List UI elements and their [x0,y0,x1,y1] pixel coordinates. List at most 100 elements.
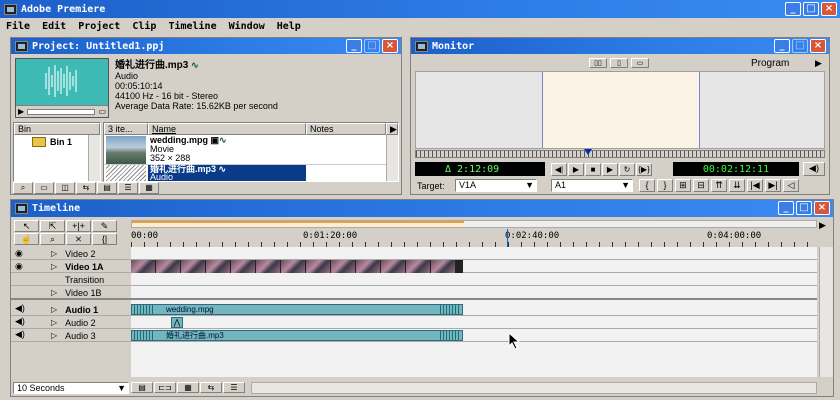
single-view-icon[interactable]: ▯ [610,58,628,68]
automate-icon[interactable]: ⇆ [76,182,96,194]
close-button[interactable]: × [821,2,837,16]
expand-arrow-icon[interactable]: ▷ [51,305,57,314]
expand-arrow-icon[interactable]: ▷ [51,249,57,258]
bin-header[interactable]: Bin [14,123,100,135]
selection-tool-icon[interactable]: ↖ [14,220,39,232]
bin-item[interactable]: Bin 1 [32,137,72,147]
preview-scrubber[interactable] [27,108,96,115]
find-icon[interactable]: ⌕ [13,182,33,194]
monitor-maximize-button[interactable]: □ [792,39,808,53]
edit-line[interactable] [507,229,508,247]
maximize-button[interactable]: □ [803,2,819,16]
audio-clip-music[interactable]: 婚礼进行曲.mp3 [131,330,463,341]
volume-button[interactable]: ◀) [803,162,825,176]
out-point-icon[interactable]: } [657,179,673,192]
insert-icon[interactable]: ⊞ [675,179,691,192]
items-count-header[interactable]: 3 ite... [104,123,148,135]
menu-help[interactable]: Help [271,21,307,32]
hand-tool-icon[interactable]: ☝ [14,233,39,245]
list-item[interactable]: 婚礼进行曲.mp3 ∿ Audio [104,165,386,182]
menu-project[interactable]: Project [72,21,126,32]
preview-poster-icon[interactable]: ▭ [98,107,106,116]
video-clip[interactable] [131,260,463,273]
play-in-out-button[interactable]: {▶} [636,163,652,176]
target-video-select[interactable]: V1A ▼ [455,179,537,192]
new-bin-icon[interactable]: ▭ [34,182,54,194]
menu-clip[interactable]: Clip [126,21,162,32]
storyboard-icon[interactable]: ▤ [97,182,117,194]
snap-icon[interactable]: ⊏⊐ [154,382,176,393]
overlay-icon[interactable]: ⊟ [693,179,709,192]
timeline-horizontal-scrollbar[interactable] [251,382,817,394]
zoom-tool-icon[interactable]: ⌕ [40,233,65,245]
table-menu-arrow[interactable]: ▶ [386,123,398,135]
menu-timeline[interactable]: Timeline [162,21,222,32]
items-scrollbar[interactable] [386,135,398,181]
in-point-icon[interactable]: { [639,179,655,192]
monitor-options-icon[interactable]: ◁ [783,179,799,192]
timeline-vertical-scrollbar[interactable] [819,247,833,377]
track-format-icon[interactable]: ▤ [131,382,153,393]
speaker-icon[interactable]: ◀) [15,329,25,340]
project-close-button[interactable]: × [382,39,398,53]
minimize-button[interactable]: _ [785,2,801,16]
list-item[interactable]: wedding.mpg ▣∿ Movie 352 × 288 [104,135,386,165]
menu-edit[interactable]: Edit [36,21,72,32]
zoom-select[interactable]: 10 Seconds ▼ [13,382,129,394]
speaker-icon[interactable]: ◀) [15,316,25,327]
timeline-close-button[interactable]: × [814,201,830,215]
project-maximize-button[interactable]: □ [364,39,380,53]
monitor-close-button[interactable]: × [810,39,826,53]
time-ruler[interactable]: 00:00 0:01:20:00 0:02:40:00 0:04:00:00 [131,229,817,247]
razor-tool-icon[interactable]: ✎ [92,220,117,232]
trim-view-icon[interactable]: ▭ [631,58,649,68]
cross-fade-icon[interactable]: ⋀ [171,317,183,328]
work-area-range[interactable] [132,221,464,227]
play-button[interactable]: ▶ [602,163,618,176]
menu-window[interactable]: Window [223,21,271,32]
menu-file[interactable]: File [0,21,36,32]
lift-icon[interactable]: ⇈ [711,179,727,192]
name-header[interactable]: Name [148,123,306,135]
expand-arrow-icon[interactable]: ▷ [51,331,57,340]
eye-icon[interactable]: ◉ [15,248,23,259]
folder-up-icon[interactable]: ◫ [55,182,75,194]
monitor-menu-arrow[interactable]: ▶ [815,58,822,69]
stop-button[interactable]: ■ [585,163,601,176]
next-edit-icon[interactable]: ▶| [765,179,781,192]
playhead-marker[interactable] [584,149,592,155]
shift-tracks-icon[interactable]: ▦ [177,382,199,393]
frame-back-button[interactable]: ◀| [551,163,567,176]
speaker-icon[interactable]: ◀) [15,303,25,314]
expand-arrow-icon[interactable]: ▷ [51,288,57,297]
range-select-tool-icon[interactable]: ⇱ [40,220,65,232]
timeline-menu-arrow[interactable]: ▶ [819,220,826,231]
ripple-edit-tool-icon[interactable]: +|+ [66,220,91,232]
timeline-maximize-button[interactable]: □ [796,201,812,215]
project-minimize-button[interactable]: _ [346,39,362,53]
sync-mode-icon[interactable]: ⇆ [200,382,222,393]
icon-view-icon[interactable]: ▦ [139,182,159,194]
target-audio-select[interactable]: A1 ▼ [551,179,633,192]
link-tool-icon[interactable]: ⨯ [66,233,91,245]
project-icon [15,40,28,52]
preview-play-icon[interactable]: ▶ [18,107,24,116]
timeline-minimize-button[interactable]: _ [778,201,794,215]
bin-scrollbar[interactable] [88,135,100,181]
program-scrub-bar[interactable] [415,149,825,158]
toggle-edge-icon[interactable]: ☰ [223,382,245,393]
loop-button[interactable]: ↻ [619,163,635,176]
monitor-minimize-button[interactable]: _ [774,39,790,53]
work-area-bar[interactable] [131,220,817,228]
in-out-tool-icon[interactable]: {| [92,233,117,245]
expand-arrow-icon[interactable]: ▷ [51,262,57,271]
frame-forward-button[interactable]: ▶ [568,163,584,176]
dual-view-icon[interactable]: ▯▯ [589,58,607,68]
prev-edit-icon[interactable]: |◀ [747,179,763,192]
audio-clip-wedding[interactable]: wedding.mpg [131,304,463,315]
list-view-icon[interactable]: ☰ [118,182,138,194]
expand-arrow-icon[interactable]: ▷ [51,318,57,327]
eye-icon[interactable]: ◉ [15,261,23,272]
notes-header[interactable]: Notes [306,123,386,135]
extract-icon[interactable]: ⇊ [729,179,745,192]
